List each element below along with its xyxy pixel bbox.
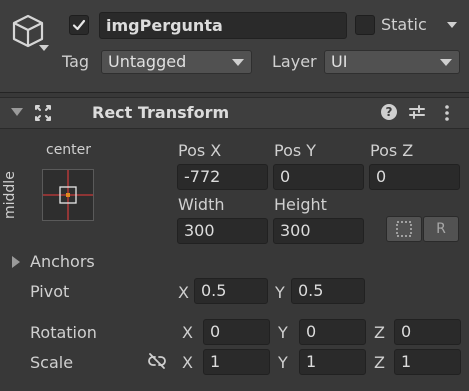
layer-dropdown-value: UI [331, 52, 348, 71]
pivot-x-field[interactable]: 0.5 [194, 278, 268, 304]
checkmark-icon [72, 19, 86, 31]
blueprint-mode-button[interactable] [386, 216, 422, 242]
layer-dropdown-caret-icon [440, 59, 452, 66]
pivot-label: Pivot [30, 282, 70, 301]
scale-y-label: Y [278, 353, 288, 372]
pivot-x-label: X [178, 283, 189, 302]
static-checkbox[interactable] [355, 15, 375, 35]
blueprint-icon [396, 221, 412, 237]
scale-z-label: Z [374, 353, 385, 372]
pos-z-label: Pos Z [370, 141, 414, 160]
raw-edit-button[interactable]: R [423, 216, 459, 242]
scale-y-field[interactable]: 1 [299, 349, 366, 375]
gameobject-header: imgPergunta Static Tag Untagged Layer UI [0, 0, 469, 93]
anchor-vertical-label: middle [2, 171, 18, 219]
static-label: Static [381, 15, 427, 34]
layer-label: Layer [272, 52, 317, 71]
constrain-proportions-link-icon[interactable] [147, 352, 167, 370]
layer-dropdown[interactable]: UI [324, 50, 460, 74]
help-icon[interactable]: ? [381, 104, 397, 120]
rect-transform-icon [33, 103, 53, 123]
context-menu-icon[interactable] [444, 104, 450, 122]
pos-x-field[interactable]: -772 [177, 164, 268, 190]
anchor-horizontal-label: center [46, 142, 92, 158]
pos-y-field[interactable]: 0 [273, 164, 364, 190]
component-title: Rect Transform [92, 103, 230, 122]
component-header[interactable]: Rect Transform ? [0, 97, 469, 129]
foldout-arrow-icon[interactable] [11, 108, 23, 116]
raw-edit-label: R [436, 221, 446, 237]
tag-dropdown-value: Untagged [108, 52, 187, 71]
rotation-x-field[interactable]: 0 [203, 319, 270, 345]
tag-label: Tag [62, 52, 90, 71]
rotation-y-field[interactable]: 0 [299, 319, 366, 345]
icon-dropdown-caret-icon[interactable] [39, 45, 49, 51]
rotation-z-label: Z [374, 323, 385, 342]
static-dropdown-caret-icon[interactable] [447, 22, 457, 28]
rotation-x-label: X [182, 323, 193, 342]
scale-x-label: X [182, 353, 193, 372]
anchors-label: Anchors [30, 252, 95, 271]
tag-dropdown[interactable]: Untagged [101, 50, 252, 74]
pivot-y-field[interactable]: 0.5 [291, 278, 365, 304]
height-field[interactable]: 300 [273, 218, 364, 244]
width-field[interactable]: 300 [177, 218, 268, 244]
presets-icon[interactable] [408, 103, 426, 121]
pivot-y-label: Y [275, 283, 285, 302]
scale-z-field[interactable]: 1 [394, 349, 461, 375]
rotation-z-field[interactable]: 0 [394, 319, 461, 345]
anchors-foldout-arrow-icon [12, 256, 20, 268]
pos-y-label: Pos Y [274, 141, 317, 160]
width-label: Width [178, 195, 225, 214]
pos-x-label: Pos X [178, 141, 222, 160]
anchor-preset-button[interactable] [42, 169, 94, 221]
active-checkbox[interactable] [69, 15, 89, 35]
height-label: Height [274, 195, 327, 214]
rotation-y-label: Y [278, 323, 288, 342]
tag-dropdown-caret-icon [232, 59, 244, 66]
scale-label: Scale [30, 353, 74, 372]
rotation-label: Rotation [30, 323, 97, 342]
pos-z-field[interactable]: 0 [369, 164, 460, 190]
gameobject-name-field[interactable]: imgPergunta [99, 12, 347, 39]
scale-x-field[interactable]: 1 [203, 349, 270, 375]
anchors-foldout[interactable]: Anchors [10, 251, 160, 273]
